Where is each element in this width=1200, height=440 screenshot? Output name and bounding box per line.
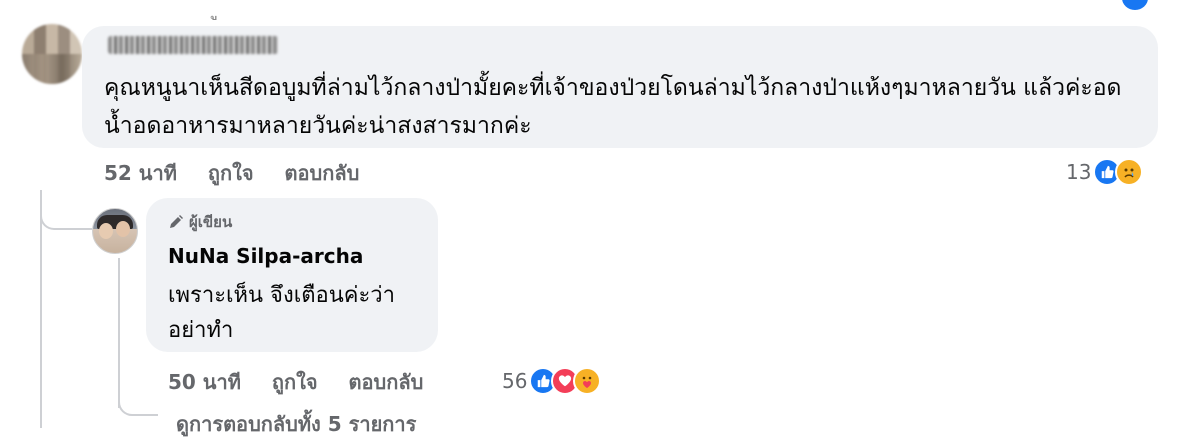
like-button[interactable]: ถูกใจ	[208, 157, 254, 189]
reply-line: อย่าทำ	[168, 318, 234, 343]
reaction-summary[interactable]: 13	[1066, 156, 1144, 188]
comment-text: คุณหนูนาเห็นสีดอบูมที่ล่ามไว้กลางป่ามั้ย…	[104, 75, 1122, 139]
view-more-replies-link[interactable]: ดูการตอบกลับทั้ง 5 รายการ	[176, 408, 416, 440]
thread-line	[40, 190, 42, 428]
reply-reaction-summary[interactable]: 56	[502, 365, 602, 397]
reaction-count: 56	[502, 369, 528, 393]
reply-button[interactable]: ตอบกลับ	[349, 366, 424, 398]
author-badge-label: ผู้เขียน	[189, 213, 233, 231]
comment-actions: 52 นาที ถูกใจ ตอบกลับ	[104, 157, 383, 185]
reply-text: เพราะเห็น จึงเตือนค่ะว่า อย่าทำ	[168, 278, 430, 348]
clipped-text-remnant: ู	[218, 0, 232, 4]
thread-line-reply	[118, 258, 120, 408]
reply-author[interactable]: NuNa Silpa-archa	[168, 244, 363, 268]
comment-author-blurred[interactable]	[108, 36, 278, 54]
care-icon	[573, 367, 602, 395]
like-button[interactable]: ถูกใจ	[272, 366, 318, 398]
comment-time[interactable]: 52 นาที	[104, 157, 177, 189]
reply-avatar[interactable]	[92, 208, 138, 254]
thread-branch	[40, 214, 92, 230]
reply-button[interactable]: ตอบกลับ	[285, 157, 360, 189]
like-icon	[1122, 0, 1148, 10]
pen-icon	[168, 214, 184, 230]
reply-time[interactable]: 50 นาที	[168, 366, 241, 398]
reply-line: เพราะเห็น จึงเตือนค่ะว่า	[168, 283, 395, 308]
reaction-count: 13	[1066, 160, 1092, 184]
avatar[interactable]	[22, 24, 82, 84]
reply-actions: 50 นาที ถูกใจ ตอบกลับ	[168, 366, 447, 394]
thread-branch-more	[118, 392, 158, 416]
author-badge: ผู้เขียน	[168, 212, 232, 232]
sad-icon	[1115, 158, 1144, 186]
